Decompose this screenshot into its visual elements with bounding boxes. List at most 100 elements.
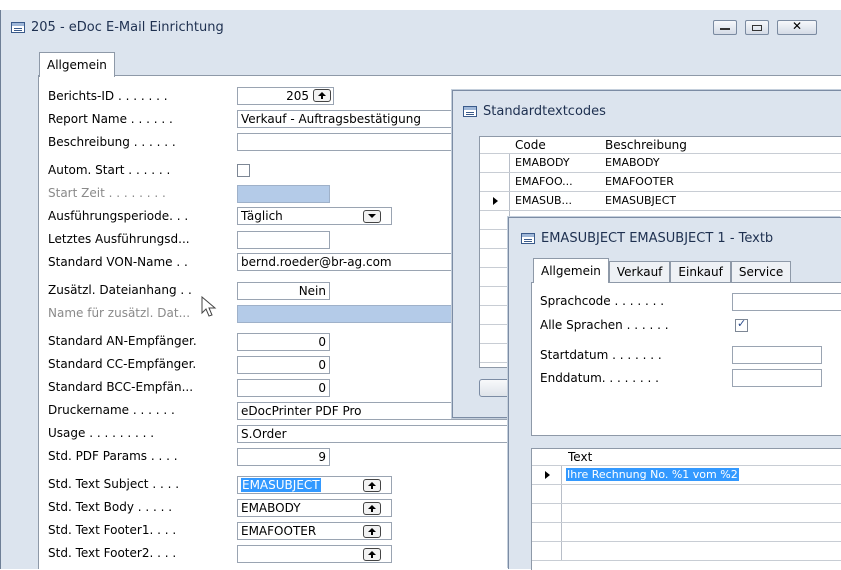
textbaustein-titlebar[interactable]: EMASUBJECT EMASUBJECT 1 - Textb bbox=[509, 218, 841, 258]
row-usage: Usage . . . . . . . . . bbox=[48, 423, 154, 443]
row-autom-start: Autom. Start . . . . . . bbox=[48, 160, 170, 180]
row-enddatum: Enddatum. . . . . . . . bbox=[540, 368, 659, 388]
label-std-text-footer1: Std. Text Footer1. . . . bbox=[48, 523, 177, 537]
tab-allgemein[interactable]: Allgemein bbox=[39, 52, 115, 77]
label-sprachcode: Sprachcode . . . . . . . bbox=[540, 294, 665, 308]
lookup-std-text-footer2-button[interactable] bbox=[363, 548, 381, 561]
label-name-zusaetzl-datei: Name für zusätzl. Dat... bbox=[48, 306, 191, 320]
row-standard-von-name: Standard VON-Name . . bbox=[48, 252, 188, 272]
beschreibung-cell: EMABODY bbox=[605, 156, 660, 169]
row-selector[interactable] bbox=[480, 325, 510, 343]
row-standard-bcc-empfaenger: Standard BCC-Empfän... bbox=[48, 377, 193, 397]
row-selector[interactable] bbox=[480, 268, 510, 286]
header-select-cell bbox=[480, 137, 510, 153]
col-header-text[interactable]: Text bbox=[568, 448, 592, 466]
maximize-button[interactable] bbox=[745, 20, 769, 35]
row-selector[interactable] bbox=[480, 192, 510, 210]
row-selector[interactable] bbox=[480, 306, 510, 324]
row-std-pdf-params: Std. PDF Params . . . . bbox=[48, 446, 178, 466]
ausfuehrungsperiode-value: Täglich bbox=[241, 209, 283, 223]
table-row[interactable] bbox=[532, 542, 841, 561]
label-alle-sprachen: Alle Sprachen . . . . . . bbox=[540, 318, 669, 332]
col-header-code[interactable]: Code bbox=[515, 136, 546, 154]
standard-an-empfaenger-value: 0 bbox=[318, 335, 326, 349]
current-row-arrow-icon bbox=[545, 471, 550, 479]
label-std-text-subject: Std. Text Subject . . . . bbox=[48, 477, 180, 491]
text-cell[interactable]: Ihre Rechnung No. %1 vom %2 bbox=[566, 466, 739, 484]
berichts-id-value: 205 bbox=[286, 89, 309, 103]
row-selector[interactable] bbox=[480, 154, 510, 172]
tab-service[interactable]: Service bbox=[730, 261, 792, 283]
std-text-subject-value: EMASUBJECT bbox=[241, 478, 321, 492]
report-name-value: Verkauf - Auftragsbestätigung bbox=[241, 112, 421, 126]
close-button[interactable]: ✕ bbox=[777, 19, 817, 35]
table-row[interactable] bbox=[532, 485, 841, 504]
row-startdatum: Startdatum . . . . . . . bbox=[540, 345, 662, 365]
label-autom-start: Autom. Start . . . . . . bbox=[48, 163, 171, 177]
lookup-std-text-body-button[interactable] bbox=[363, 502, 381, 515]
tab-allgemein[interactable]: Allgemein bbox=[533, 258, 609, 283]
row-selector[interactable] bbox=[480, 344, 510, 362]
close-icon: ✕ bbox=[792, 19, 803, 33]
standard-cc-empfaenger-field[interactable]: 0 bbox=[237, 356, 330, 374]
main-tabbar: Allgemein bbox=[39, 52, 115, 77]
minimize-button[interactable] bbox=[713, 20, 737, 35]
ausfuehrungsperiode-dropdown-button[interactable] bbox=[363, 210, 381, 223]
standard-cc-empfaenger-value: 0 bbox=[318, 358, 326, 372]
row-selector[interactable] bbox=[532, 523, 562, 541]
table-row[interactable]: EMABODY EMABODY bbox=[480, 154, 841, 173]
row-standard-cc-empfaenger: Standard CC-Empfänger. bbox=[48, 354, 196, 374]
lookup-berichts-id-button[interactable] bbox=[313, 89, 331, 102]
row-selector[interactable] bbox=[532, 504, 562, 522]
tab-einkauf[interactable]: Einkauf bbox=[670, 261, 731, 283]
main-titlebar[interactable]: 205 - eDoc E-Mail Einrichtung ✕ bbox=[1, 10, 841, 44]
standard-bcc-empfaenger-field[interactable]: 0 bbox=[237, 379, 330, 397]
std-pdf-params-field[interactable]: 9 bbox=[237, 448, 330, 466]
alle-sprachen-checkbox[interactable]: ✓ bbox=[735, 317, 748, 332]
code-cell: EMAFOO... bbox=[515, 175, 573, 188]
row-selector[interactable] bbox=[480, 287, 510, 305]
tab-verkauf[interactable]: Verkauf bbox=[608, 261, 671, 283]
name-zusaetzl-datei-field bbox=[237, 305, 457, 323]
standard-an-empfaenger-field[interactable]: 0 bbox=[237, 333, 330, 351]
row-std-text-footer1: Std. Text Footer1. . . . bbox=[48, 520, 176, 540]
lookup-std-text-footer1-button[interactable] bbox=[363, 525, 381, 538]
row-selector[interactable] bbox=[532, 466, 562, 484]
table-row[interactable] bbox=[532, 504, 841, 523]
label-beschreibung: Beschreibung . . . . . . bbox=[48, 135, 176, 149]
standardtextcodes-titlebar[interactable]: Standardtextcodes bbox=[453, 91, 841, 131]
standard-bcc-empfaenger-value: 0 bbox=[318, 381, 326, 395]
row-selector[interactable] bbox=[480, 211, 510, 229]
col-header-beschreibung[interactable]: Beschreibung bbox=[605, 136, 687, 154]
autom-start-checkbox[interactable] bbox=[237, 164, 250, 177]
report-name-field[interactable]: Verkauf - Auftragsbestätigung bbox=[237, 110, 457, 128]
letztes-ausfuehrungsdatum-field[interactable] bbox=[237, 231, 330, 249]
zusaetzl-dateianhang-value: Nein bbox=[298, 284, 326, 298]
beschreibung-field[interactable] bbox=[237, 133, 457, 151]
label-ausfuehrungsperiode: Ausführungsperiode. . . bbox=[48, 209, 189, 223]
table-row[interactable] bbox=[532, 523, 841, 542]
zusaetzl-dateianhang-field[interactable]: Nein bbox=[237, 282, 330, 300]
row-std-text-footer2: Std. Text Footer2. . . . bbox=[48, 543, 176, 563]
lookup-std-text-subject-button[interactable] bbox=[363, 479, 381, 492]
code-cell: EMABODY bbox=[515, 156, 570, 169]
row-report-name: Report Name . . . . . . bbox=[48, 109, 173, 129]
table-row[interactable]: EMAFOO... EMAFOOTER bbox=[480, 173, 841, 192]
textbaustein-tabbar: Allgemein Verkauf Einkauf Service bbox=[533, 258, 792, 283]
row-selector[interactable] bbox=[532, 542, 562, 560]
table-row[interactable]: EMASUB... EMASUBJECT bbox=[480, 192, 841, 211]
enddatum-field[interactable] bbox=[732, 369, 822, 387]
label-standard-von-name: Standard VON-Name . . bbox=[48, 255, 188, 269]
row-selector[interactable] bbox=[480, 249, 510, 267]
table-row[interactable]: Ihre Rechnung No. %1 vom %2 bbox=[532, 466, 841, 485]
start-zeit-field bbox=[237, 185, 330, 203]
sprachcode-field[interactable] bbox=[732, 293, 841, 311]
standard-von-name-field[interactable]: bernd.roeder@br-ag.com bbox=[237, 253, 457, 271]
row-selector[interactable] bbox=[532, 485, 562, 503]
row-selector[interactable] bbox=[480, 230, 510, 248]
usage-field[interactable]: S.Order bbox=[237, 425, 527, 443]
row-name-zusaetzl-datei: Name für zusätzl. Dat... bbox=[48, 303, 190, 323]
row-std-text-body: Std. Text Body . . . . . bbox=[48, 497, 172, 517]
row-selector[interactable] bbox=[480, 173, 510, 191]
startdatum-field[interactable] bbox=[732, 346, 822, 364]
